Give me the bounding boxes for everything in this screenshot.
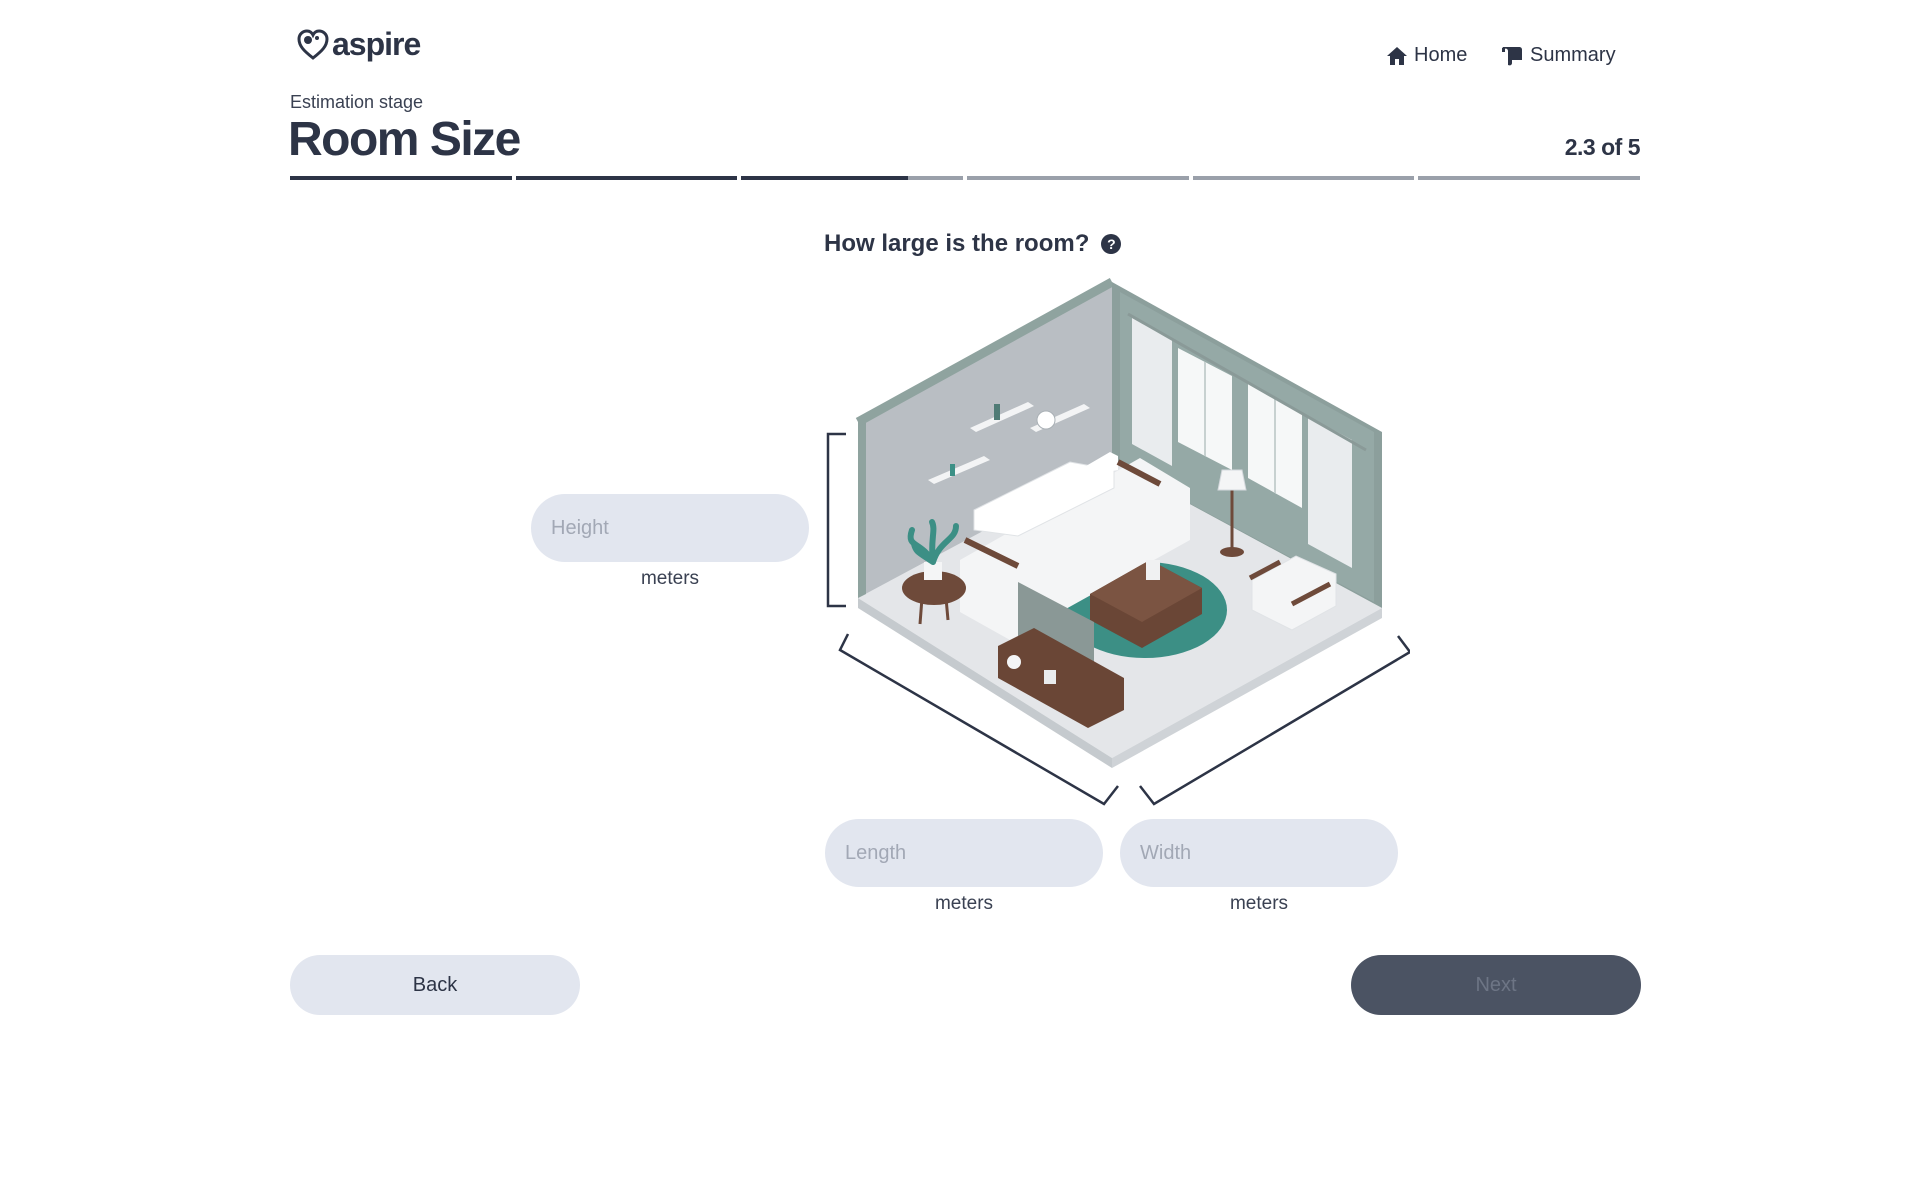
next-button[interactable]: Next — [1351, 955, 1641, 1015]
page-title: Room Size — [288, 113, 521, 166]
home-icon — [1387, 46, 1407, 65]
progress-segment — [515, 176, 738, 180]
width-field: meters — [1120, 819, 1398, 915]
width-unit: meters — [1229, 893, 1289, 914]
height-input[interactable] — [531, 494, 809, 562]
nav-summary-link[interactable]: Summary — [1500, 44, 1616, 67]
question-circle-icon[interactable]: ? — [1101, 234, 1122, 254]
nav-home-link[interactable]: Home — [1386, 44, 1467, 67]
progress-segment — [1192, 176, 1415, 180]
question-text: How large is the room? — [824, 230, 1090, 257]
progress-segment — [290, 176, 512, 180]
aspire-logo[interactable]: aspire — [296, 26, 421, 63]
length-input[interactable] — [825, 819, 1103, 887]
height-unit: meters — [640, 568, 700, 589]
question: How large is the room? ? — [824, 230, 1122, 258]
back-button[interactable]: Back — [290, 955, 580, 1015]
height-field: meters — [531, 494, 809, 590]
progress-segment — [741, 176, 964, 180]
progress-segment — [967, 176, 1189, 180]
width-input[interactable] — [1120, 819, 1398, 887]
progress-segment — [1418, 176, 1641, 180]
step-counter: 2.3 of 5 — [1564, 134, 1641, 160]
scroll-icon — [1502, 46, 1522, 65]
logo-text: aspire — [332, 26, 421, 62]
heart-globe-icon — [297, 28, 329, 60]
length-field: meters — [825, 819, 1103, 915]
isometric-living-room-illustration — [826, 278, 1410, 806]
nav-summary-label: Summary — [1530, 44, 1616, 66]
progress-bar — [290, 176, 1641, 180]
stage-label: Estimation stage — [290, 92, 424, 112]
nav-home-label: Home — [1414, 44, 1468, 66]
length-unit: meters — [934, 893, 994, 914]
